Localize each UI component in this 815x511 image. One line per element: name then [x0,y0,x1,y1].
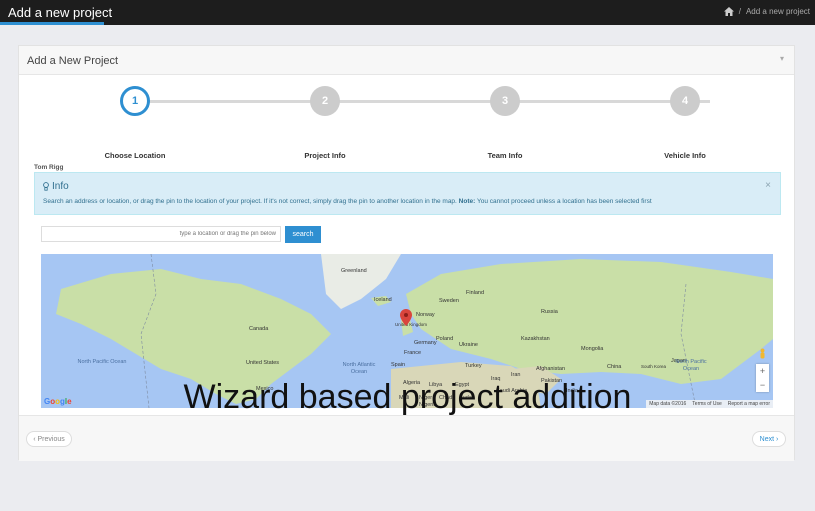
map-label: South Korea [641,364,667,369]
step-1-label: Choose Location [104,151,166,160]
ocean-label: North Pacific Ocean [77,359,127,365]
map-label: Finland [466,290,485,296]
info-message: Search an address or location, or drag t… [43,198,457,205]
search-button[interactable]: search [285,226,321,243]
breadcrumb: / Add a new project [723,7,810,16]
map-label: Germany [414,340,437,346]
info-heading: Info [43,181,69,192]
breadcrumb-current: Add a new project [745,7,810,16]
step-2-label: Project Info [304,151,346,160]
user-name: Tom Rigg [34,164,64,171]
step-4-label: Vehicle Info [664,151,706,160]
zoom-in-button[interactable]: + [756,364,769,378]
map-label: Afghanistan [536,366,566,372]
map-label: Ukraine [459,342,478,348]
step-3-circle[interactable]: 3 [490,86,520,116]
info-note-label: Note: [458,198,476,205]
app-title: Add a new project [8,5,113,20]
panel-title: Add a New Project [27,55,119,67]
map-label: France [404,350,422,356]
map-label: United States [246,360,280,366]
lightbulb-icon [43,182,49,191]
ocean-label: North Atlantic Ocean [342,362,376,375]
previous-button[interactable]: ‹ Previous [26,431,72,447]
ocean-label: North Pacific Ocean [675,359,707,372]
step-2-circle[interactable]: 2 [310,86,340,116]
location-search-input[interactable] [41,226,281,242]
info-heading-text: Info [52,181,69,192]
info-text: Search an address or location, or drag t… [43,198,652,205]
map-label: Mongolia [581,346,604,352]
info-alert: Info Search an address or location, or d… [34,172,781,215]
collapse-caret-icon[interactable]: ▾ [780,54,784,63]
step-3-label: Team Info [487,151,523,160]
map-label: Norway [416,312,435,318]
caption-text: Wizard based project addition [183,378,632,416]
street-view-pegman-icon[interactable] [758,348,767,360]
next-button[interactable]: Next › [752,431,786,447]
map-label: Poland [436,336,454,342]
info-note-text: You cannot proceed unless a location has… [476,198,652,205]
panel-header: Add a New Project ▾ [19,46,794,75]
top-bar: Add a new project / Add a new project [0,0,815,25]
breadcrumb-separator: / [738,7,741,16]
map-label: Kazakhstan [521,336,550,342]
step-1-circle[interactable]: 1 [120,86,150,116]
title-accent-bar [0,22,104,25]
close-icon[interactable]: × [765,180,771,191]
wizard-steps: 1 2 3 4 Choose Location Project Info Tea… [19,76,794,160]
home-icon[interactable] [723,7,734,16]
map-label: Canada [249,326,269,332]
wizard-progress-line [136,100,710,103]
wizard-footer: ‹ Previous Next › [19,415,794,461]
map-label: Iceland [374,297,392,303]
map-label: China [607,364,622,370]
map-label: Spain [391,362,406,368]
map-label: Russia [541,309,558,315]
map-label: Turkey [465,363,482,369]
location-pin-icon[interactable] [400,309,412,326]
step-4-circle[interactable]: 4 [670,86,700,116]
map-label: Sweden [439,298,459,304]
map-label: Greenland [341,268,367,274]
